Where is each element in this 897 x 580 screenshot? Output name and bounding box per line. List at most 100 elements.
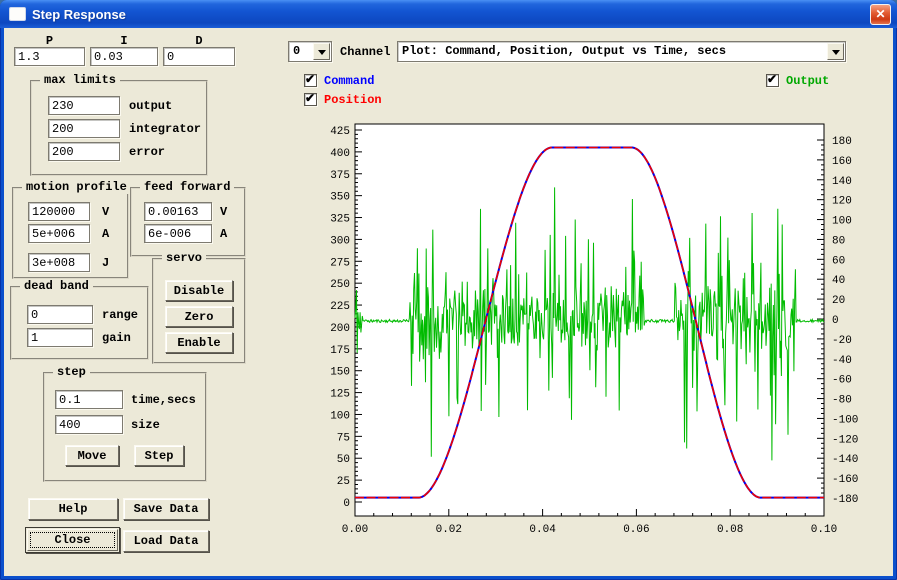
position-checkbox[interactable]: ✔	[304, 93, 317, 106]
left-axis-tick-label: 225	[330, 301, 350, 313]
command-checkbox[interactable]: ✔	[304, 74, 317, 87]
left-axis-tick-label: 0	[343, 498, 350, 510]
max-limits-group: max limits output integrator error	[30, 80, 208, 176]
step-size-label: size	[131, 418, 160, 432]
right-axis-tick-label: 40	[832, 275, 845, 287]
max-integrator-label: integrator	[129, 122, 201, 136]
p-label: P	[14, 34, 85, 48]
step-size-input[interactable]	[55, 415, 123, 434]
right-axis-tick-label: -40	[832, 355, 852, 367]
right-axis-tick-label: 180	[832, 136, 852, 148]
servo-enable-button[interactable]: Enable	[165, 332, 233, 353]
step-title: step	[53, 365, 90, 379]
right-axis-tick-label: -140	[832, 454, 858, 466]
left-axis-tick-label: 300	[330, 235, 350, 247]
channel-value: 0	[293, 44, 311, 58]
left-axis-tick-label: 75	[337, 432, 350, 444]
close-window-button[interactable]: ✕	[870, 4, 891, 25]
d-input[interactable]	[163, 47, 235, 66]
right-axis-tick-label: -60	[832, 375, 852, 387]
right-axis-tick-label: 100	[832, 216, 852, 228]
left-axis-tick-label: 25	[337, 476, 350, 488]
right-axis-tick-label: -100	[832, 414, 858, 426]
step-response-chart: 0255075100125150175200225250275300325350…	[322, 118, 870, 542]
output-checkbox[interactable]: ✔	[766, 74, 779, 87]
max-error-label: error	[129, 145, 165, 159]
plot-select[interactable]: Plot: Command, Position, Output vs Time,…	[397, 41, 846, 62]
step-button[interactable]: Step	[134, 445, 184, 466]
right-axis-tick-label: 120	[832, 196, 852, 208]
right-axis-tick-label: 160	[832, 156, 852, 168]
ff-accel-input[interactable]	[144, 224, 212, 243]
left-axis-tick-label: 375	[330, 170, 350, 182]
right-axis-tick-label: 0	[832, 315, 839, 327]
max-integrator-input[interactable]	[48, 119, 120, 138]
d-label: D	[163, 34, 235, 48]
close-icon: ✕	[875, 7, 885, 21]
close-button[interactable]: Close	[25, 527, 120, 553]
left-axis-tick-label: 150	[330, 367, 350, 379]
left-axis-tick-label: 175	[330, 345, 350, 357]
left-axis-tick-label: 325	[330, 214, 350, 226]
right-axis-tick-label: -160	[832, 474, 858, 486]
max-limits-title: max limits	[40, 73, 120, 87]
jerk-label: J	[102, 256, 109, 270]
command-checkbox-label: Command	[324, 74, 374, 88]
plot-dropdown-button[interactable]	[827, 43, 844, 60]
help-button[interactable]: Help	[28, 498, 118, 520]
chevron-down-icon	[832, 50, 840, 59]
servo-group: servo Disable Zero Enable	[152, 258, 246, 364]
right-axis-tick-label: 60	[832, 255, 845, 267]
ff-accel-label: A	[220, 227, 227, 241]
step-group: step time,secs size Move Step	[43, 372, 207, 482]
step-time-input[interactable]	[55, 390, 123, 409]
right-axis-tick-label: -80	[832, 395, 852, 407]
position-checkbox-label: Position	[324, 93, 382, 107]
channel-select[interactable]: 0	[288, 41, 332, 62]
servo-disable-button[interactable]: Disable	[165, 280, 233, 301]
channel-dropdown-button[interactable]	[313, 43, 330, 60]
right-axis-tick-label: -180	[832, 494, 858, 506]
dead-band-range-label: range	[102, 308, 138, 322]
check-icon: ✔	[767, 72, 777, 86]
check-icon: ✔	[305, 72, 315, 86]
dead-band-group: dead band range gain	[10, 286, 149, 360]
move-button[interactable]: Move	[65, 445, 119, 466]
left-axis-tick-label: 50	[337, 454, 350, 466]
plot-select-value: Plot: Command, Position, Output vs Time,…	[402, 44, 825, 58]
check-icon: ✔	[305, 91, 315, 105]
dead-band-gain-input[interactable]	[27, 328, 93, 347]
velocity-input[interactable]	[28, 202, 90, 221]
dialog-body: P I D 0 Channel Plot: Command, Position,…	[4, 28, 893, 576]
motion-profile-group: motion profile V A J	[12, 187, 129, 279]
i-input[interactable]	[90, 47, 158, 66]
save-data-button[interactable]: Save Data	[123, 498, 209, 520]
x-axis-tick-label: 0.08	[717, 524, 743, 536]
window: Step Response ✕ P I D 0 Channel Plot: Co…	[0, 0, 897, 580]
motion-profile-title: motion profile	[22, 180, 131, 194]
x-axis-tick-label: 0.10	[811, 524, 837, 536]
window-icon	[9, 7, 26, 21]
accel-input[interactable]	[28, 224, 90, 243]
right-axis-tick-label: 140	[832, 176, 852, 188]
velocity-label: V	[102, 205, 109, 219]
ff-velocity-input[interactable]	[144, 202, 212, 221]
title-bar[interactable]: Step Response ✕	[0, 0, 897, 28]
jerk-input[interactable]	[28, 253, 90, 272]
x-axis-tick-label: 0.00	[342, 524, 368, 536]
right-axis-tick-label: -20	[832, 335, 852, 347]
chevron-down-icon	[318, 50, 326, 59]
i-label: I	[90, 34, 158, 48]
servo-title: servo	[162, 251, 206, 265]
left-axis-tick-label: 400	[330, 148, 350, 160]
left-axis-tick-label: 275	[330, 257, 350, 269]
max-error-input[interactable]	[48, 142, 120, 161]
left-axis-tick-label: 425	[330, 126, 350, 138]
left-axis-tick-label: 125	[330, 389, 350, 401]
max-output-input[interactable]	[48, 96, 120, 115]
p-input[interactable]	[14, 47, 85, 66]
ff-velocity-label: V	[220, 205, 227, 219]
servo-zero-button[interactable]: Zero	[165, 306, 233, 327]
dead-band-range-input[interactable]	[27, 305, 93, 324]
load-data-button[interactable]: Load Data	[123, 530, 209, 552]
